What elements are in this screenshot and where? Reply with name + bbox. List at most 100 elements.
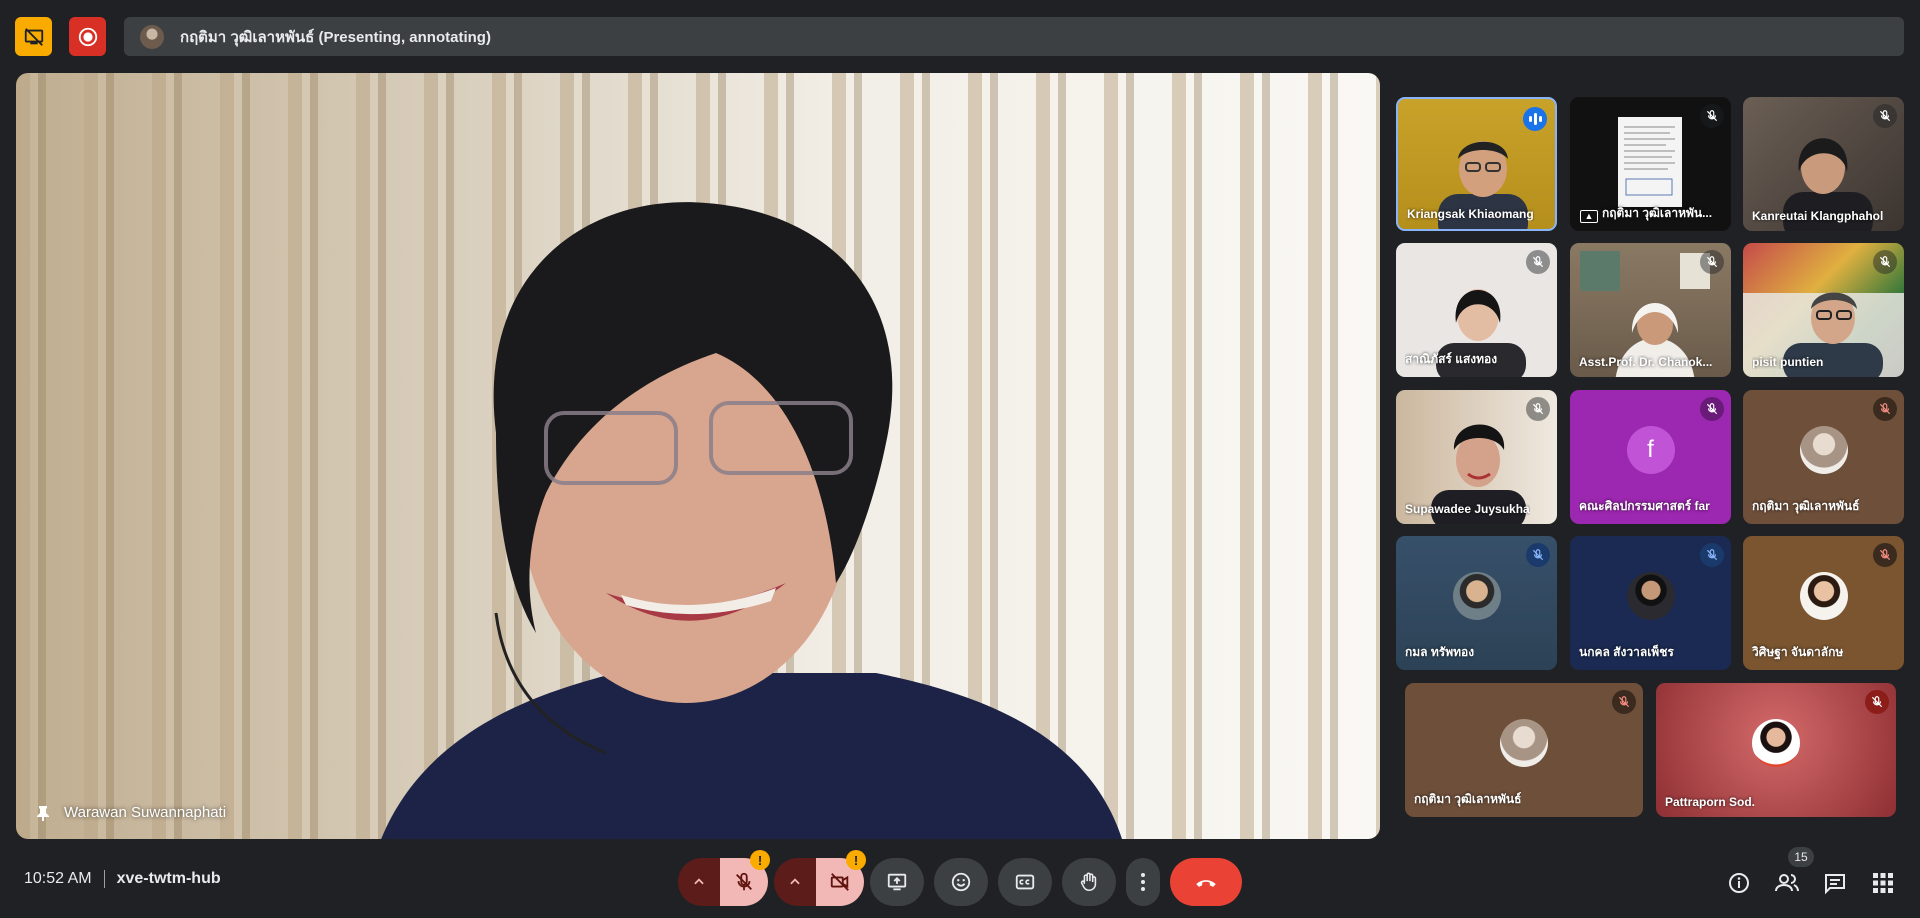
clock-time: 10:52 AM <box>24 870 92 887</box>
emoji-icon <box>951 872 971 892</box>
main-speaker-name: Warawan Suwannaphati <box>36 804 226 821</box>
mic-toggle-button[interactable]: ! <box>720 850 770 906</box>
hide-presenting-icon <box>24 27 43 46</box>
participant-name-text: กฤติมา วุฒิเลาหพัน... <box>1602 206 1713 220</box>
leave-call-button[interactable] <box>1170 858 1242 906</box>
participant-tile[interactable]: สาณิภัสร์ แสงทอง <box>1396 243 1557 377</box>
divider <box>103 870 105 888</box>
avatar <box>1452 572 1501 621</box>
mic-off-icon <box>1865 690 1889 714</box>
chat-button[interactable] <box>1820 868 1850 898</box>
speaker-video <box>381 202 1122 839</box>
end-call-icon <box>1196 880 1216 887</box>
raise-hand-button[interactable] <box>1062 858 1116 906</box>
participant-name: คณะศิลปกรรมศาสตร์ far <box>1579 499 1710 513</box>
chat-icon <box>1825 874 1845 895</box>
more-options-button[interactable] <box>1126 858 1160 906</box>
mic-off-icon <box>1700 250 1724 274</box>
participant-tile[interactable]: pisit puntien <box>1743 243 1904 377</box>
mic-off-icon <box>1700 397 1724 421</box>
participant-name: Asst.Prof. Dr. Chanok... <box>1579 355 1713 369</box>
present-icon <box>887 873 907 891</box>
participant-name: สาณิภัสร์ แสงทอง <box>1405 352 1498 366</box>
avatar <box>140 24 164 49</box>
activities-icon <box>1873 873 1893 893</box>
activities-button[interactable] <box>1868 868 1898 898</box>
participant-tile[interactable]: Pattraporn Sod. <box>1656 683 1896 817</box>
speaking-indicator <box>1523 107 1547 131</box>
participant-tile[interactable]: กฤติมา วุฒิเลาหพันธ์ <box>1405 683 1643 817</box>
bottom-control-bar: 10:52 AM xve-twtm-hub ! ! <box>0 848 1920 918</box>
mic-off-icon <box>1526 250 1550 274</box>
camera-control: ! <box>774 850 866 906</box>
participant-name: Kriangsak Khiaomang <box>1407 207 1534 221</box>
participant-name: วิศิษฐา จันดาลักษ <box>1752 645 1844 659</box>
mic-off-icon <box>1612 690 1636 714</box>
participant-tile[interactable]: นกคล สังวาลเพ็ชร <box>1570 536 1731 670</box>
participant-name: กฤติมา วุฒิเลาหพันธ์ <box>1752 499 1860 513</box>
presenting-label: กฤติมา วุฒิเลาหพันธ์ (Presenting, annota… <box>180 28 491 46</box>
raise-hand-icon <box>1080 872 1097 892</box>
participant-tile[interactable]: กฤติมา วุฒิเลาหพันธ์ <box>1743 390 1904 524</box>
main-speaker-tile[interactable]: Warawan Suwannaphati <box>16 73 1380 839</box>
avatar <box>1799 572 1848 621</box>
record-icon <box>78 27 97 46</box>
mic-off-icon <box>1526 397 1550 421</box>
mic-off-icon <box>1873 104 1897 128</box>
participant-name: นกคล สังวาลเพ็ชร <box>1579 645 1674 659</box>
recording-button[interactable] <box>69 17 106 56</box>
mic-off-icon <box>1700 543 1724 567</box>
participant-tile[interactable]: Asst.Prof. Dr. Chanok... <box>1570 243 1731 377</box>
mic-options-button[interactable] <box>678 858 720 906</box>
warning-badge: ! <box>846 850 866 870</box>
participant-tile[interactable]: ▲ กฤติมา วุฒิเลาหพัน... <box>1570 97 1731 231</box>
mic-control: ! <box>678 850 770 906</box>
presenting-banner[interactable]: กฤติมา วุฒิเลาหพันธ์ (Presenting, annota… <box>124 17 1904 56</box>
chevron-up-icon <box>790 878 800 885</box>
people-count-badge: 15 <box>1788 847 1814 867</box>
participant-tile[interactable]: Kriangsak Khiaomang <box>1396 97 1557 231</box>
avatar <box>1799 426 1848 475</box>
meeting-code: xve-twtm-hub <box>116 870 221 887</box>
camera-options-button[interactable] <box>774 858 816 906</box>
participant-tile[interactable]: วิศิษฐา จันดาลักษ <box>1743 536 1904 670</box>
participant-name: กมล ทรัพทอง <box>1405 645 1475 659</box>
participant-name: กฤติมา วุฒิเลาหพันธ์ <box>1414 792 1522 806</box>
camera-toggle-button[interactable]: ! <box>816 850 866 906</box>
avatar <box>1500 719 1548 768</box>
meeting-info: 10:52 AM xve-twtm-hub <box>24 870 221 888</box>
participant-tile[interactable]: Kanreutai Klangphahol <box>1743 97 1904 231</box>
mic-off-icon <box>1700 104 1724 128</box>
main-speaker-label: Warawan Suwannaphati <box>64 804 227 821</box>
hide-presenting-button[interactable] <box>15 17 52 56</box>
avatar <box>1626 572 1675 621</box>
mic-off-icon <box>1873 250 1897 274</box>
info-icon <box>1729 873 1749 893</box>
chevron-up-icon <box>694 878 704 885</box>
people-button[interactable] <box>1772 868 1802 898</box>
people-icon <box>1775 874 1799 892</box>
avatar: f <box>1626 426 1675 475</box>
warning-badge: ! <box>750 850 770 870</box>
top-bar: กฤติมา วุฒิเลาหพันธ์ (Presenting, annota… <box>0 0 1920 74</box>
mic-off-icon <box>1873 543 1897 567</box>
reactions-button[interactable] <box>934 858 988 906</box>
participant-name: Kanreutai Klangphahol <box>1752 209 1884 223</box>
mic-off-icon <box>1526 543 1550 567</box>
participant-name: Pattraporn Sod. <box>1665 795 1756 809</box>
participant-name: pisit puntien <box>1752 355 1824 369</box>
participant-name: ▲ กฤติมา วุฒิเลาหพัน... <box>1580 204 1712 223</box>
camera-off-icon <box>830 873 849 891</box>
participant-name: Supawadee Juysukha <box>1405 502 1530 516</box>
present-icon: ▲ <box>1580 210 1598 223</box>
present-button[interactable] <box>870 858 924 906</box>
captions-button[interactable] <box>998 858 1052 906</box>
participant-tile[interactable]: Supawadee Juysukha <box>1396 390 1557 524</box>
avatar <box>1752 719 1800 768</box>
mic-off-icon <box>736 872 752 891</box>
more-options-icon <box>1141 873 1145 891</box>
participant-tile[interactable]: f คณะศิลปกรรมศาสตร์ far <box>1570 390 1731 524</box>
avatar-initial: f <box>1647 436 1654 464</box>
participant-tile[interactable]: กมล ทรัพทอง <box>1396 536 1557 670</box>
meeting-details-button[interactable] <box>1724 868 1754 898</box>
